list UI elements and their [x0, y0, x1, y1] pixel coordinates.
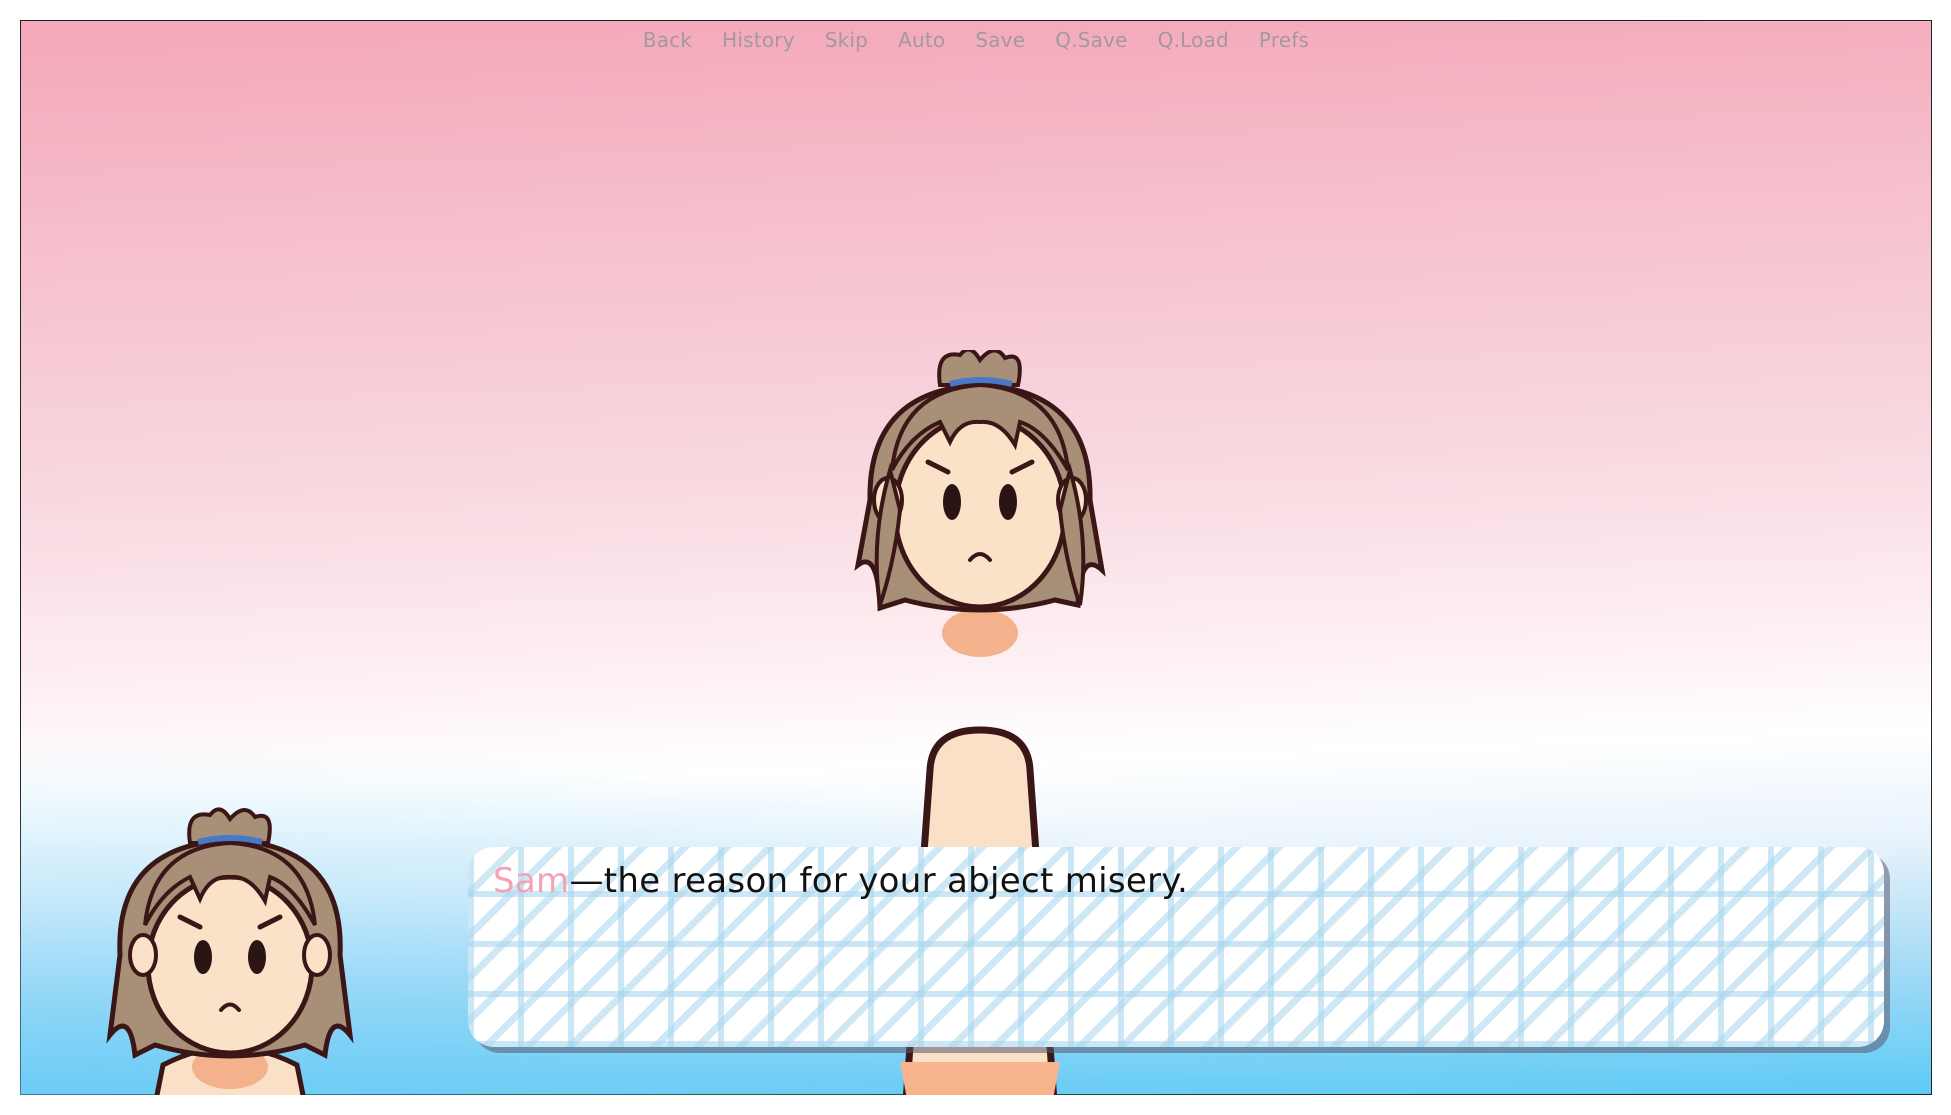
save-button[interactable]: Save [975, 28, 1025, 52]
back-button[interactable]: Back [643, 28, 692, 52]
dialogue-box[interactable]: Sam—the reason for your abject misery. [468, 847, 1884, 1047]
dialogue-line: Sam—the reason for your abject misery. [493, 861, 1859, 901]
dialogue-text: —the reason for your abject misery. [569, 861, 1189, 901]
game-screen[interactable]: Back History Skip Auto Save Q.Save Q.Loa… [20, 20, 1932, 1095]
prefs-button[interactable]: Prefs [1259, 28, 1309, 52]
quick-menu: Back History Skip Auto Save Q.Save Q.Loa… [20, 28, 1932, 52]
quick-load-button[interactable]: Q.Load [1158, 28, 1229, 52]
speaker-name: Sam [493, 861, 570, 901]
quick-save-button[interactable]: Q.Save [1055, 28, 1127, 52]
skip-button[interactable]: Skip [825, 28, 868, 52]
history-button[interactable]: History [722, 28, 795, 52]
auto-button[interactable]: Auto [898, 28, 945, 52]
character-portrait-side [106, 807, 354, 1095]
